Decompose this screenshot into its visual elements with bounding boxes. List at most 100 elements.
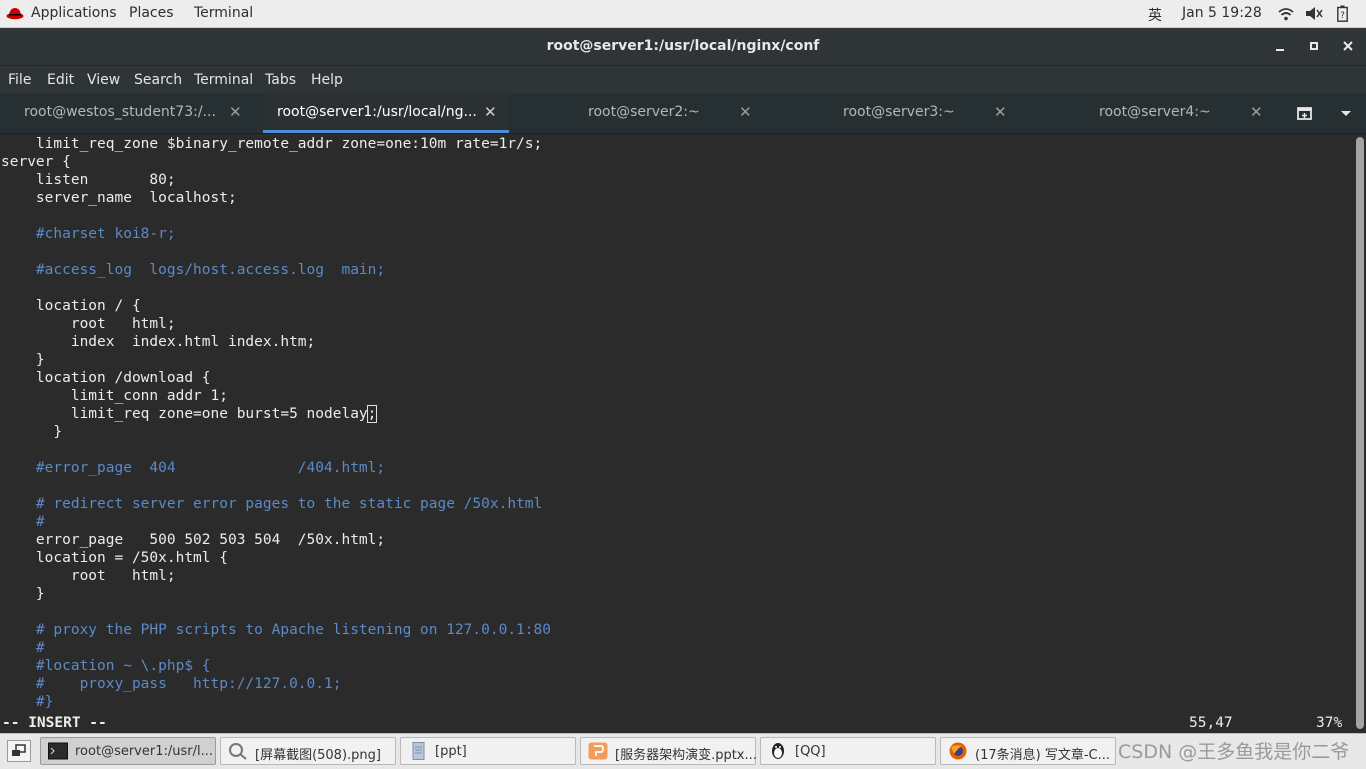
code-text: # proxy the PHP scripts to Apache listen… xyxy=(1,622,551,638)
tab-label: root@server2:~ xyxy=(588,104,700,120)
terminal-scrollbar[interactable] xyxy=(1354,134,1366,735)
new-tab-icon[interactable] xyxy=(1296,105,1314,121)
code-comment-line: # redirect server error pages to the sta… xyxy=(1,495,542,513)
presentation-icon xyxy=(588,742,608,760)
show-desktop-icon[interactable] xyxy=(7,740,31,762)
cursor-position: 55,47 xyxy=(1189,715,1233,731)
code-line: } xyxy=(1,423,62,441)
tab-server1[interactable]: root@server1:/usr/local/ng... ✕ xyxy=(263,93,509,133)
code-comment-line: #charset koi8-r; xyxy=(1,225,176,243)
terminal-app-menu[interactable]: Terminal xyxy=(194,5,253,21)
scrollbar-thumb[interactable] xyxy=(1356,137,1364,729)
tab-server4[interactable]: root@server4:~ ✕ xyxy=(1029,93,1275,133)
file-manager-icon xyxy=(412,742,425,760)
code-text: #error_page 404 /404.html; xyxy=(1,460,386,476)
tab-label: root@server3:~ xyxy=(843,104,955,120)
file-percent: 37% xyxy=(1316,715,1343,731)
taskbar-item-pptx[interactable]: [服务器架构演变.pptx... xyxy=(580,737,757,765)
code-line: root html; xyxy=(1,315,176,333)
code-line: } xyxy=(1,585,45,603)
taskbar-item-label: [ppt] xyxy=(435,744,467,759)
code-text: error_page 500 502 503 504 /50x.html; xyxy=(1,532,386,548)
places-menu[interactable]: Places xyxy=(129,5,174,21)
code-line: root html; xyxy=(1,567,176,585)
svg-text:?: ? xyxy=(1340,11,1345,21)
taskbar-item-terminal[interactable]: root@server1:/usr/l... xyxy=(40,737,216,765)
menu-file[interactable]: File xyxy=(8,72,31,88)
terminal-viewport[interactable]: limit_req_zone $binary_remote_addr zone=… xyxy=(0,134,1354,735)
menu-edit[interactable]: Edit xyxy=(47,72,74,88)
menu-terminal[interactable]: Terminal xyxy=(194,72,253,88)
bottom-taskbar: root@server1:/usr/l... [屏幕截图(508).png] [… xyxy=(0,733,1366,769)
maximize-button[interactable] xyxy=(1306,38,1322,54)
code-comment-line: # xyxy=(1,513,45,531)
window-title: root@server1:/usr/local/nginx/conf xyxy=(546,38,820,54)
terminal-icon xyxy=(48,742,68,760)
tab-server3[interactable]: root@server3:~ ✕ xyxy=(773,93,1019,133)
battery-icon[interactable]: ? xyxy=(1337,5,1348,22)
code-line: limit_req zone=one burst=5 nodelay; xyxy=(1,405,378,423)
taskbar-item-label: [屏幕截图(508).png] xyxy=(255,748,381,763)
code-text: #} xyxy=(1,694,54,710)
code-line: } xyxy=(1,351,45,369)
minimize-icon xyxy=(1276,49,1284,51)
code-text: } xyxy=(1,352,45,368)
code-text: limit_conn addr 1; xyxy=(1,388,228,404)
code-text: # redirect server error pages to the sta… xyxy=(1,496,543,512)
tab-close-icon[interactable]: ✕ xyxy=(1250,103,1263,121)
taskbar-item-label: [服务器架构演变.pptx... xyxy=(615,748,757,763)
tab-westos-student73[interactable]: root@westos_student73:/... ✕ xyxy=(0,93,255,133)
tab-close-icon[interactable]: ✕ xyxy=(994,103,1007,121)
tab-list-dropdown-icon[interactable] xyxy=(1340,110,1352,118)
menu-search[interactable]: Search xyxy=(134,72,182,88)
code-line: location = /50x.html { xyxy=(1,549,228,567)
applications-menu[interactable]: Applications xyxy=(31,5,117,21)
code-line: location / { xyxy=(1,297,141,315)
code-text: location / { xyxy=(1,298,141,314)
taskbar-item-screenshot[interactable]: [屏幕截图(508).png] xyxy=(220,737,396,765)
clock[interactable]: Jan 5 19:28 xyxy=(1182,5,1262,21)
code-text: } xyxy=(1,424,63,440)
tab-close-icon[interactable]: ✕ xyxy=(484,103,497,121)
vim-statusline: -- INSERT -- 55,47 37% xyxy=(2,714,1354,732)
code-text: # xyxy=(1,514,45,530)
menu-view[interactable]: View xyxy=(87,72,120,88)
firefox-icon xyxy=(949,742,967,760)
code-text: limit_req zone=one burst=5 nodelay xyxy=(1,406,368,422)
code-line: limit_conn addr 1; xyxy=(1,387,228,405)
code-comment-line: # xyxy=(1,639,45,657)
code-line: location /download { xyxy=(1,369,211,387)
vim-mode-indicator: -- INSERT -- xyxy=(2,715,107,731)
image-viewer-icon xyxy=(229,743,247,760)
taskbar-item-qq[interactable]: [QQ] xyxy=(760,737,936,765)
active-tab-indicator xyxy=(263,130,509,133)
code-text: # proxy_pass http://127.0.0.1; xyxy=(1,676,342,692)
qq-penguin-icon xyxy=(772,743,784,759)
menu-help[interactable]: Help xyxy=(311,72,343,88)
code-text: location = /50x.html { xyxy=(1,550,228,566)
code-text: root html; xyxy=(1,316,176,332)
menubar: File Edit View Search Terminal Tabs Help xyxy=(0,65,1366,94)
text-cursor: ; xyxy=(366,405,378,423)
code-comment-line: # proxy_pass http://127.0.0.1; xyxy=(1,675,342,693)
wifi-icon[interactable] xyxy=(1278,7,1294,21)
menu-tabs[interactable]: Tabs xyxy=(265,72,296,88)
taskbar-item-label: [QQ] xyxy=(795,744,826,759)
volume-icon[interactable] xyxy=(1305,6,1323,21)
minimize-button[interactable] xyxy=(1272,38,1288,54)
code-text: index index.html index.htm; xyxy=(1,334,316,350)
window-titlebar[interactable]: root@server1:/usr/local/nginx/conf xyxy=(0,28,1366,65)
code-line: index index.html index.htm; xyxy=(1,333,315,351)
code-text: limit_req_zone $binary_remote_addr zone=… xyxy=(1,136,543,152)
tab-close-icon[interactable]: ✕ xyxy=(739,103,752,121)
code-comment-line: # proxy the PHP scripts to Apache listen… xyxy=(1,621,551,639)
tab-close-icon[interactable]: ✕ xyxy=(229,103,242,121)
code-comment-line: #error_page 404 /404.html; xyxy=(1,459,385,477)
input-method-indicator[interactable]: 英 xyxy=(1148,5,1162,25)
code-text: #charset koi8-r; xyxy=(1,226,176,242)
taskbar-item-firefox[interactable]: (17条消息) 写文章-C... xyxy=(940,737,1116,765)
taskbar-item-ppt-folder[interactable]: [ppt] xyxy=(400,737,576,765)
code-text: # xyxy=(1,640,45,656)
close-window-button[interactable] xyxy=(1340,38,1356,54)
tab-server2[interactable]: root@server2:~ ✕ xyxy=(518,93,764,133)
